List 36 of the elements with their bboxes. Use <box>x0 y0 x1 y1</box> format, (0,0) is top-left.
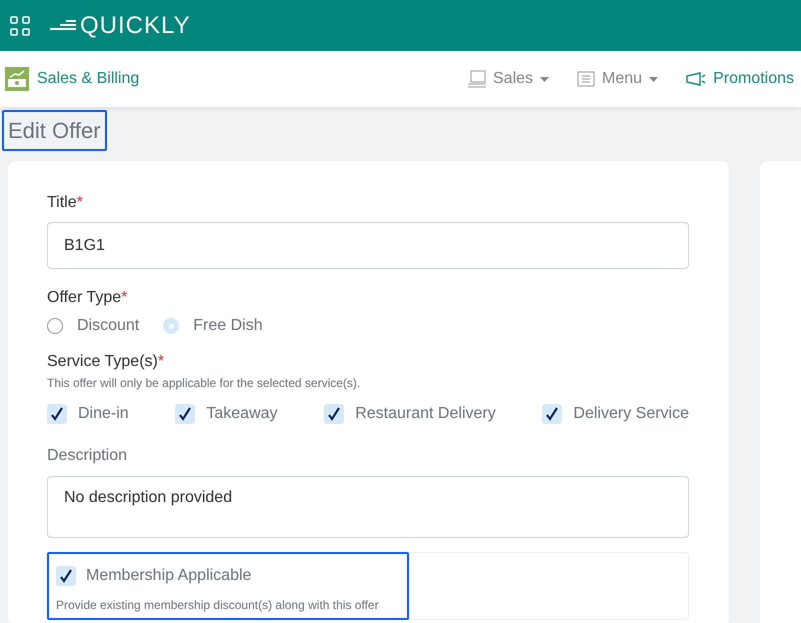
checkbox[interactable] <box>175 404 196 424</box>
nav-link[interactable]: Promotions <box>686 67 794 91</box>
help-text: This offer will only be applicable for the selected service(s). <box>47 375 362 392</box>
module-title[interactable]: Sales & Billing <box>37 67 140 91</box>
checkbox[interactable] <box>324 404 344 424</box>
option-label: Dine-in <box>78 404 129 424</box>
money-chart-icon <box>5 67 29 91</box>
radio-button[interactable] <box>163 318 180 334</box>
field-label: Description <box>47 446 128 466</box>
nav-link[interactable]: Sales <box>468 67 550 91</box>
option-label: Membership Applicable <box>86 566 252 586</box>
caret-icon <box>540 76 550 82</box>
option-label: Free Dish <box>193 316 263 336</box>
checkbox[interactable] <box>542 404 562 424</box>
option-label: Delivery Service <box>573 404 689 424</box>
checkbox[interactable] <box>56 566 76 586</box>
list-icon <box>577 71 596 87</box>
checkbox[interactable] <box>47 404 67 424</box>
title-input[interactable]: B1G1 <box>47 222 689 269</box>
field-label: Title* <box>47 193 84 213</box>
description-field[interactable]: No description provided <box>47 476 689 538</box>
megaphone-icon <box>686 72 706 86</box>
field-label: Service Type(s)* <box>47 352 166 372</box>
logo-text[interactable]: QUICKLY <box>80 14 191 38</box>
desk-icon <box>468 70 486 88</box>
field-label: Offer Type* <box>47 288 128 308</box>
option-label: Discount <box>77 316 140 336</box>
speed-lines-icon <box>50 18 78 32</box>
page-title: Edit Offer <box>2 110 107 151</box>
nav-link[interactable]: Menu <box>577 67 658 91</box>
help-text: Provide existing membership discount(s) along with this offer <box>56 597 380 614</box>
option-label: Takeaway <box>206 404 278 424</box>
radio-button[interactable] <box>47 318 63 334</box>
option-label: Restaurant Delivery <box>355 404 496 424</box>
caret-icon <box>649 76 658 82</box>
apps-grid-icon[interactable] <box>10 16 30 36</box>
